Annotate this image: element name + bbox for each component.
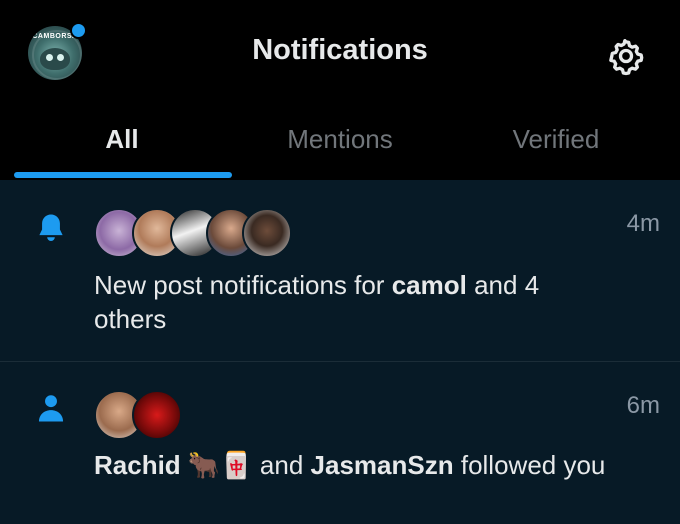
text-line2: others: [94, 304, 167, 334]
person-icon: [38, 395, 64, 422]
text-suffix: and 4: [474, 270, 540, 300]
avatar[interactable]: [242, 208, 292, 258]
tab-verified[interactable]: Verified: [443, 124, 669, 155]
text-suffix: followed you: [460, 450, 606, 480]
notification-text: New post notifications for camol and 4 o…: [94, 268, 654, 336]
settings-gear-icon[interactable]: [606, 36, 646, 76]
header: CAMBORSA Notifications All Mentions Veri…: [0, 0, 680, 180]
tab-mentions[interactable]: Mentions: [227, 124, 453, 155]
user-name[interactable]: Rachid: [94, 450, 181, 480]
notification-text: Rachid 🐂🀄 and JasmanSzn followed you: [94, 448, 654, 482]
page-title: Notifications: [252, 34, 428, 66]
tab-all[interactable]: All: [9, 124, 235, 155]
notification-time: 6m: [626, 392, 660, 419]
avatar[interactable]: [132, 390, 182, 440]
bell-icon: [39, 214, 63, 242]
user-name[interactable]: JasmanSzn: [311, 450, 454, 480]
notification-new-post[interactable]: 4m New post notifications for camol and …: [0, 180, 680, 361]
active-tab-indicator: [14, 172, 232, 178]
notification-follow[interactable]: 6m Rachid 🐂🀄 and JasmanSzn followed you: [0, 362, 680, 524]
tab-bar: All Mentions Verified: [0, 112, 680, 180]
text-prefix: New post notifications for: [94, 270, 385, 300]
notification-time: 4m: [626, 210, 660, 237]
user-name[interactable]: camol: [392, 270, 467, 300]
notifications-list: 4m New post notifications for camol and …: [0, 180, 680, 524]
text-middle: and: [259, 450, 304, 480]
emoji: 🐂🀄: [187, 450, 253, 480]
